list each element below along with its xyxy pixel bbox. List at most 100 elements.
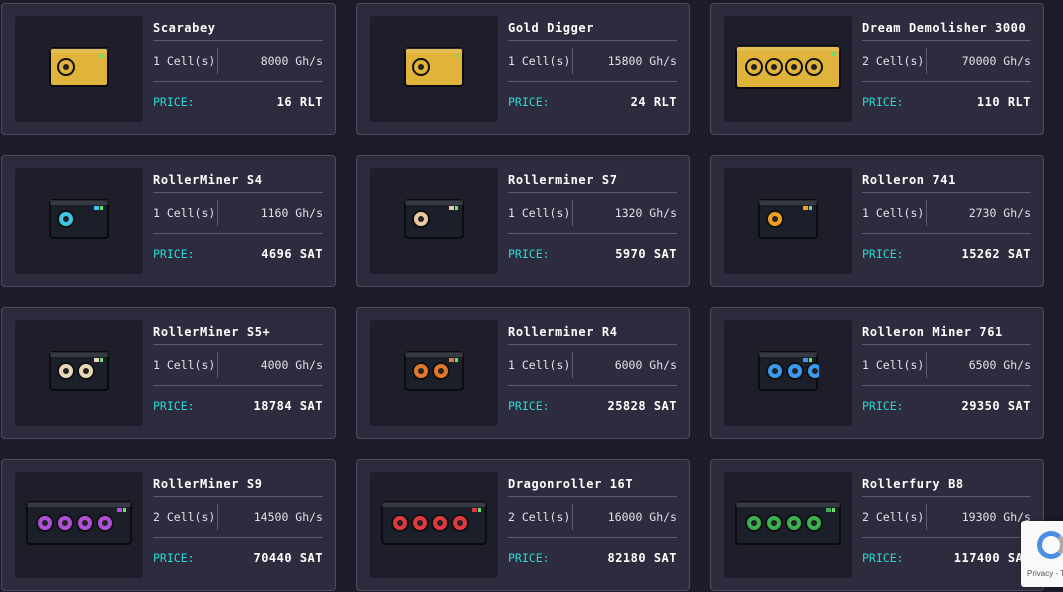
miner-price: 15262 SAT [961,247,1031,261]
miner-cells: 1 Cell(s) [508,358,571,372]
miner-price-row: PRICE: 5970 SAT [508,234,677,274]
miner-cells: 1 Cell(s) [153,206,216,220]
miner-price: 110 RLT [976,95,1031,109]
recaptcha-text[interactable]: Privacy - T [1027,569,1063,578]
price-label: PRICE: [508,247,550,261]
miner-card[interactable]: Rolleron Miner 761 1 Cell(s) 6500 Gh/s P… [710,307,1044,439]
rollerminer-r4-icon [403,350,465,396]
miner-image [724,472,852,578]
miner-card[interactable]: RollerMiner S9 2 Cell(s) 14500 Gh/s PRIC… [1,459,336,591]
miner-name: Dream Demolisher 3000 [862,21,1027,35]
miner-power: 70000 Gh/s [961,54,1031,68]
miner-card[interactable]: Gold Digger 1 Cell(s) 15800 Gh/s PRICE: … [356,3,690,135]
miner-power: 6000 Gh/s [614,358,677,372]
miner-image [15,320,143,426]
recaptcha-icon [1037,531,1063,559]
rolleron-741-icon [757,198,819,244]
miner-cells: 2 Cell(s) [862,510,925,524]
price-label: PRICE: [862,95,904,109]
miner-name: Gold Digger [508,21,595,35]
miner-price: 25828 SAT [607,399,677,413]
miner-name: Rolleron 741 [862,173,956,187]
miner-cells: 1 Cell(s) [508,206,571,220]
miner-info: Rollerminer S7 1 Cell(s) 1320 Gh/s PRICE… [508,168,677,274]
miner-card[interactable]: Rollerfury B8 2 Cell(s) 19300 Gh/s PRICE… [710,459,1044,591]
rollerminer-s4-icon [48,198,110,244]
miner-image [724,320,852,426]
rollerfury-b8-icon [734,500,842,550]
miner-image [370,16,498,122]
miner-price-row: PRICE: 15262 SAT [862,234,1031,274]
miner-price: 16 RLT [276,95,323,109]
miner-name: Rollerminer R4 [508,325,618,339]
recaptcha-badge[interactable]: Privacy - T [1021,521,1063,587]
miner-price-row: PRICE: 110 RLT [862,82,1031,122]
miner-price: 5970 SAT [615,247,677,261]
miner-cells: 1 Cell(s) [862,358,925,372]
miner-info: Dream Demolisher 3000 2 Cell(s) 70000 Gh… [862,16,1031,122]
miner-name: Rollerfury B8 [862,477,964,491]
price-label: PRICE: [508,95,550,109]
miner-card[interactable]: Rollerminer S7 1 Cell(s) 1320 Gh/s PRICE… [356,155,690,287]
miner-cells: 1 Cell(s) [508,54,571,68]
miner-image [15,16,143,122]
miner-grid: Scarabey 1 Cell(s) 8000 Gh/s PRICE: 16 R… [1,3,1044,591]
miner-price: 4696 SAT [261,247,323,261]
miner-price: 70440 SAT [253,551,323,565]
miner-name: Rolleron Miner 761 [862,325,1003,339]
miner-power: 6500 Gh/s [968,358,1031,372]
miner-price-row: PRICE: 117400 SAT [862,538,1031,578]
price-label: PRICE: [153,551,195,565]
miner-name: RollerMiner S5+ [153,325,271,339]
miner-name: Rollerminer S7 [508,173,618,187]
miner-info: Dragonroller 16T 2 Cell(s) 16000 Gh/s PR… [508,472,677,578]
miner-cells: 2 Cell(s) [508,510,571,524]
miner-power: 1320 Gh/s [614,206,677,220]
miner-power: 15800 Gh/s [607,54,677,68]
miner-price-row: PRICE: 82180 SAT [508,538,677,578]
dragonroller-16t-icon [380,500,488,550]
miner-price-row: PRICE: 24 RLT [508,82,677,122]
price-label: PRICE: [862,247,904,261]
miner-cells: 1 Cell(s) [153,54,216,68]
rollerminer-s5plus-icon [48,350,110,396]
miner-specs: 1 Cell(s) 15800 Gh/s [508,41,677,81]
miner-card[interactable]: RollerMiner S4 1 Cell(s) 1160 Gh/s PRICE… [1,155,336,287]
price-label: PRICE: [508,399,550,413]
rollerminer-s7-icon [403,198,465,244]
miner-card[interactable]: Dream Demolisher 3000 2 Cell(s) 70000 Gh… [710,3,1044,135]
miner-card[interactable]: RollerMiner S5+ 1 Cell(s) 4000 Gh/s PRIC… [1,307,336,439]
miner-image [15,168,143,274]
miner-price-row: PRICE: 18784 SAT [153,386,323,426]
miner-cells: 1 Cell(s) [153,358,216,372]
miner-power: 4000 Gh/s [260,358,323,372]
miner-specs: 1 Cell(s) 4000 Gh/s [153,345,323,385]
miner-info: Gold Digger 1 Cell(s) 15800 Gh/s PRICE: … [508,16,677,122]
miner-card[interactable]: Scarabey 1 Cell(s) 8000 Gh/s PRICE: 16 R… [1,3,336,135]
price-label: PRICE: [153,95,195,109]
price-label: PRICE: [862,399,904,413]
miner-price-row: PRICE: 4696 SAT [153,234,323,274]
miner-specs: 1 Cell(s) 8000 Gh/s [153,41,323,81]
miner-power: 16000 Gh/s [607,510,677,524]
miner-specs: 2 Cell(s) 19300 Gh/s [862,497,1031,537]
miner-card[interactable]: Rollerminer R4 1 Cell(s) 6000 Gh/s PRICE… [356,307,690,439]
miner-card[interactable]: Dragonroller 16T 2 Cell(s) 16000 Gh/s PR… [356,459,690,591]
miner-power: 8000 Gh/s [260,54,323,68]
miner-name: RollerMiner S4 [153,173,263,187]
miner-price: 24 RLT [630,95,677,109]
miner-price: 18784 SAT [253,399,323,413]
miner-power: 2730 Gh/s [968,206,1031,220]
scarabey-miner-icon [48,46,110,92]
dream-demolisher-miner-icon [734,44,842,94]
price-label: PRICE: [153,399,195,413]
miner-price: 29350 SAT [961,399,1031,413]
miner-price: 82180 SAT [607,551,677,565]
miner-image [370,472,498,578]
miner-price: 117400 SAT [953,551,1031,565]
miner-info: Rolleron Miner 761 1 Cell(s) 6500 Gh/s P… [862,320,1031,426]
miner-image [370,320,498,426]
miner-card[interactable]: Rolleron 741 1 Cell(s) 2730 Gh/s PRICE: … [710,155,1044,287]
price-label: PRICE: [862,551,904,565]
miner-info: Rollerminer R4 1 Cell(s) 6000 Gh/s PRICE… [508,320,677,426]
